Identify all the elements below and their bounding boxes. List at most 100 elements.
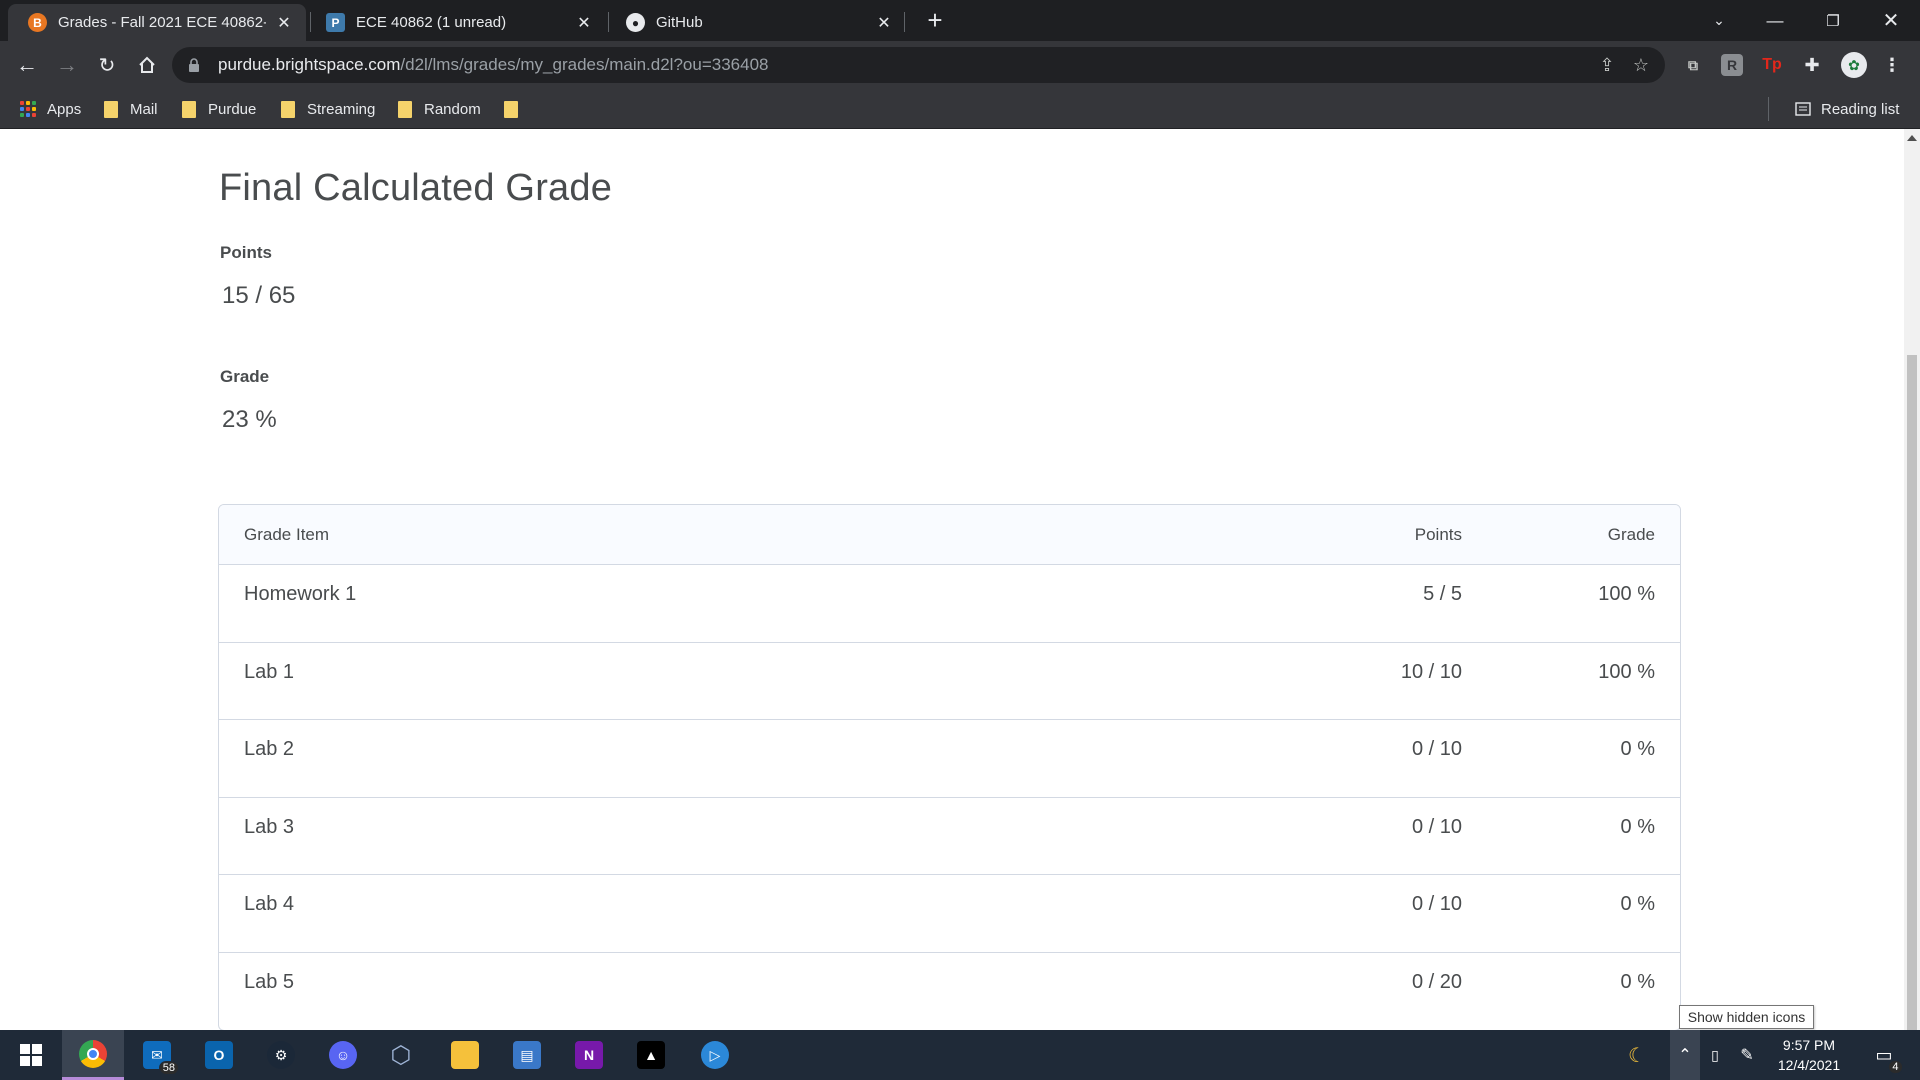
- tab-github[interactable]: ● GitHub ✕: [606, 4, 906, 41]
- table-row: Homework 1 5 / 5 100 %: [219, 565, 1680, 643]
- tab-piazza[interactable]: P ECE 40862 (1 unread) ✕: [306, 4, 606, 41]
- page-scrollbar[interactable]: [1904, 129, 1920, 1030]
- chrome-menu-icon[interactable]: ⋮: [1881, 54, 1903, 76]
- bookmark-mail[interactable]: Mail: [104, 98, 158, 120]
- start-button[interactable]: [0, 1030, 62, 1080]
- show-hidden-icons-chevron-icon[interactable]: ⌃: [1670, 1030, 1700, 1080]
- extension-tp-icon[interactable]: Tp: [1761, 54, 1783, 76]
- notification-count: 4: [1888, 1059, 1903, 1074]
- grade-item-points: 0 / 20: [1411, 970, 1462, 993]
- device-icon[interactable]: ▯: [1702, 1030, 1728, 1080]
- bookmark-label: Mail: [130, 100, 158, 118]
- home-button[interactable]: [132, 50, 162, 80]
- extension-r-icon[interactable]: R: [1721, 54, 1743, 76]
- url-text[interactable]: purdue.brightspace.com/d2l/lms/grades/my…: [218, 55, 768, 75]
- notification-center-icon[interactable]: ▭ 4: [1866, 1030, 1903, 1080]
- taskbar-steam[interactable]: ⚙: [250, 1030, 312, 1080]
- clock[interactable]: 9:57 PM 12/4/2021: [1766, 1035, 1852, 1075]
- close-icon[interactable]: ✕: [274, 13, 294, 33]
- close-icon[interactable]: ✕: [874, 13, 894, 33]
- extensions-puzzle-icon[interactable]: ✚: [1801, 54, 1823, 76]
- share-icon[interactable]: ⇪: [1596, 54, 1618, 76]
- grade-item-name: Lab 1: [244, 660, 295, 683]
- grade-item-name: Homework 1: [244, 583, 357, 605]
- moon-icon[interactable]: ☾: [1622, 1030, 1652, 1080]
- bookmark-random[interactable]: Random: [398, 98, 481, 120]
- taskbar-discord[interactable]: ☺: [312, 1030, 374, 1080]
- bookmark-label: Purdue: [208, 100, 257, 118]
- header-grade-item: Grade Item: [244, 524, 330, 544]
- folder-icon: [504, 100, 518, 118]
- grade-item-points: 10 / 10: [1400, 660, 1462, 683]
- table-row: Lab 3 0 / 10 0 %: [219, 798, 1680, 875]
- grade-item-points: 0 / 10: [1411, 815, 1462, 838]
- bookmark-star-icon[interactable]: ☆: [1630, 54, 1652, 76]
- close-icon[interactable]: ✕: [574, 13, 594, 33]
- taskbar-chrome[interactable]: [62, 1030, 124, 1080]
- tooltip-show-hidden-icons: Show hidden icons: [1679, 1005, 1814, 1029]
- tab-title: Grades - Fall 2021 ECE 40862-00: [58, 14, 266, 31]
- taskbar-onenote[interactable]: N: [558, 1030, 620, 1080]
- taskbar-app-blue[interactable]: ▷: [684, 1030, 746, 1080]
- taskbar-outlook[interactable]: O: [188, 1030, 250, 1080]
- grade-item-grade: 0 %: [1620, 738, 1655, 760]
- chrome-icon: [79, 1039, 107, 1068]
- grade-item-name: Lab 3: [244, 815, 295, 838]
- grades-table: Grade Item Points Grade Homework 1 5 / 5…: [218, 504, 1681, 1030]
- window-close-button[interactable]: ✕: [1868, 0, 1914, 41]
- bookmark-label: Streaming: [307, 100, 376, 118]
- profile-avatar[interactable]: ✿: [1841, 52, 1867, 78]
- apps-grid-icon: [20, 101, 36, 117]
- taskbar-virtualbox[interactable]: ⬡: [370, 1030, 432, 1080]
- taskbar-app-window[interactable]: ▤: [496, 1030, 558, 1080]
- folder-icon: [182, 100, 196, 118]
- table-row: Lab 4 0 / 10 0 %: [219, 875, 1680, 953]
- bookmark-streaming[interactable]: Streaming: [281, 98, 375, 120]
- address-bar[interactable]: purdue.brightspace.com/d2l/lms/grades/my…: [172, 47, 1665, 83]
- scrollbar-thumb[interactable]: [1907, 355, 1917, 1030]
- bookmark-apps[interactable]: Apps: [20, 98, 81, 120]
- scroll-up-arrow-icon[interactable]: [1907, 135, 1917, 141]
- points-value: 15 / 65: [222, 282, 296, 309]
- virtualbox-cube-icon: ⬡: [390, 1041, 412, 1069]
- extension-translate-icon[interactable]: ⧉: [1682, 54, 1704, 76]
- discord-icon: ☺: [329, 1041, 357, 1069]
- table-row: Lab 5 0 / 20 0 %: [219, 953, 1680, 1031]
- windows-logo-icon: [20, 1044, 42, 1066]
- page-content: Final Calculated Grade Points 15 / 65 Gr…: [0, 129, 1904, 1030]
- grade-value: 23 %: [222, 406, 277, 433]
- tab-search-chevron-icon[interactable]: ⌄: [1696, 0, 1742, 41]
- tab-title: GitHub: [656, 14, 703, 31]
- tab-grades[interactable]: B Grades - Fall 2021 ECE 40862-00 ✕: [8, 4, 306, 41]
- brightspace-icon: B: [28, 13, 47, 32]
- bookmark-purdue[interactable]: Purdue: [182, 98, 256, 120]
- table-row: Lab 1 10 / 10 100 %: [219, 643, 1680, 720]
- blue-app-icon: ▷: [701, 1041, 729, 1069]
- grade-item-points: 0 / 10: [1411, 893, 1462, 915]
- back-button[interactable]: ←: [12, 50, 42, 80]
- github-icon: ●: [626, 13, 645, 32]
- piazza-icon: P: [326, 13, 345, 32]
- grade-item-grade: 0 %: [1620, 893, 1655, 915]
- grade-item-name: Lab 2: [244, 738, 295, 760]
- lock-icon[interactable]: [188, 57, 200, 73]
- forward-button[interactable]: →: [52, 50, 82, 80]
- grade-item-grade: 0 %: [1620, 970, 1655, 993]
- taskbar-file-explorer[interactable]: [434, 1030, 496, 1080]
- folder-icon: [104, 100, 118, 118]
- folder-icon: [398, 100, 412, 118]
- new-tab-button[interactable]: +: [922, 7, 948, 34]
- pen-icon[interactable]: ✎: [1734, 1030, 1760, 1080]
- reading-list-button[interactable]: Reading list: [1795, 98, 1899, 120]
- reload-button[interactable]: ↻: [92, 50, 122, 80]
- browser-toolbar: ← → ↻ purdue.brightspace.com/d2l/lms/gra…: [0, 41, 1920, 89]
- reading-list-label: Reading list: [1821, 100, 1900, 118]
- reading-list-icon: [1795, 102, 1811, 116]
- page-title: Final Calculated Grade: [219, 167, 613, 209]
- restore-button[interactable]: ❐: [1810, 0, 1856, 41]
- bookmark-unnamed-folder[interactable]: [504, 98, 530, 120]
- taskbar-mail[interactable]: ✉ 58: [126, 1030, 188, 1080]
- minimize-button[interactable]: —: [1752, 0, 1798, 41]
- taskbar-inkscape[interactable]: ▲: [620, 1030, 682, 1080]
- bookmark-label: Apps: [47, 100, 82, 118]
